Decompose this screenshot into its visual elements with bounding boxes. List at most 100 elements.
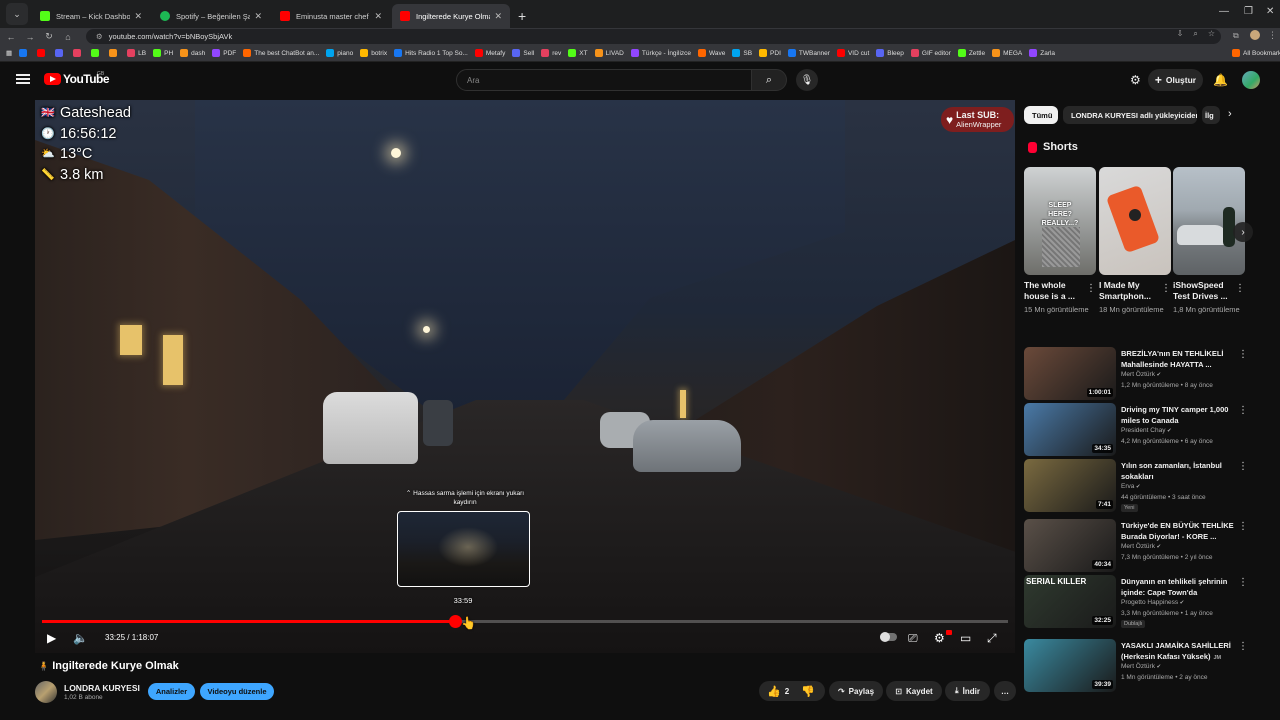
bookmark-item[interactable]: XT	[568, 49, 588, 57]
profile-avatar[interactable]	[1250, 30, 1260, 40]
channel-name[interactable]: Erva ✔	[1121, 483, 1141, 490]
bookmark-item[interactable]: Hits Radio 1 Top So...	[394, 49, 468, 57]
create-button[interactable]: + Oluştur	[1148, 69, 1203, 91]
channel-name[interactable]: Mert Öztürk ✔	[1121, 663, 1161, 670]
channel-name[interactable]: LONDRA KURYESI	[64, 683, 140, 693]
apps-grid-icon[interactable]: ▦	[6, 49, 12, 57]
url-field[interactable]: ⚙ youtube.com/watch?v=bNBoySbjAVk ⇩ ⌕ ☆	[86, 29, 1221, 44]
bookmark-item[interactable]: Bleep	[876, 49, 904, 57]
download-button[interactable]: ⤓ İndir	[945, 681, 990, 701]
chevron-right-icon[interactable]: ›	[1228, 108, 1232, 120]
more-vertical-icon[interactable]: ⋮	[1238, 461, 1248, 472]
chip-related[interactable]: İlg	[1202, 106, 1220, 124]
recommended-video[interactable]: 39:39 YASAKLI JAMAİKA SAHİLLERİ (Herkesin…	[1024, 639, 1254, 693]
bookmark-item[interactable]: LB	[127, 49, 146, 57]
bookmark-item[interactable]: SB	[732, 49, 752, 57]
hamburger-menu-icon[interactable]	[16, 74, 30, 84]
bookmark-item[interactable]: LIVAD	[594, 49, 624, 57]
dislike-icon[interactable]: 👎	[801, 685, 815, 698]
share-button[interactable]: ↷ Paylaş	[829, 681, 883, 701]
autoplay-toggle[interactable]	[880, 632, 897, 642]
user-avatar[interactable]	[1242, 71, 1260, 89]
youtube-logo-icon[interactable]	[44, 73, 61, 85]
back-icon[interactable]: ←	[3, 32, 19, 42]
bookmark-item[interactable]: Metafy	[474, 49, 505, 57]
bookmark-item[interactable]: dash	[180, 49, 205, 57]
bookmark-item[interactable]: PDI	[759, 49, 781, 57]
minimize-icon[interactable]: —	[1219, 6, 1229, 17]
reload-icon[interactable]: ↻	[41, 31, 57, 42]
browser-tab[interactable]: Stream – Kick Dashboard✕	[32, 4, 150, 28]
bookmark-favicon[interactable]	[37, 49, 48, 57]
bookmark-item[interactable]: The best ChatBot an...	[243, 49, 319, 57]
more-vertical-icon[interactable]: ⋮	[1238, 521, 1248, 532]
chip-uploader[interactable]: LONDRA KURYESI adlı yükleyiciden	[1063, 106, 1197, 124]
browser-tab-active[interactable]: Ingilterede Kurye Olmak - Yo✕	[392, 4, 510, 28]
save-button[interactable]: ⊡ Kaydet	[886, 681, 942, 701]
bookmark-favicon[interactable]	[73, 49, 84, 57]
miniplayer-icon[interactable]: ▭	[960, 631, 971, 645]
new-tab-icon[interactable]: +	[518, 8, 526, 24]
chip-all[interactable]: Tümü	[1024, 106, 1058, 124]
restore-icon[interactable]: ❐	[1244, 6, 1253, 17]
more-vertical-icon[interactable]: ⋮	[1086, 283, 1096, 294]
bookmark-favicon[interactable]	[55, 49, 66, 57]
search-input[interactable]: Ara	[456, 69, 752, 91]
short-card[interactable]: iShowSpeed Test Drives ... 1,8 Mn görünt…	[1173, 167, 1245, 315]
bookmark-item[interactable]: Sell	[512, 49, 534, 57]
recommended-video[interactable]: 40:34 Türkiye'de EN BÜYÜK TEHLİKE Burada …	[1024, 519, 1254, 573]
channel-name[interactable]: President Chay ✔	[1121, 427, 1172, 434]
bookmark-item[interactable]: botrix	[360, 49, 387, 57]
recommended-video[interactable]: 34:35 Driving my TINY camper 1,000 miles …	[1024, 403, 1254, 457]
subtitles-icon[interactable]: ⎚	[908, 631, 918, 646]
search-button[interactable]: ⌕	[751, 69, 787, 91]
bookmark-item[interactable]: MEGA	[992, 49, 1022, 57]
bookmark-favicon[interactable]	[19, 49, 30, 57]
bookmark-item[interactable]: piano	[326, 49, 353, 57]
more-vertical-icon[interactable]: ⋮	[1238, 577, 1248, 588]
more-actions-button[interactable]: …	[994, 681, 1016, 701]
settings-gear-icon[interactable]: ⚙	[934, 631, 945, 645]
bookmark-item[interactable]: TWBanner	[787, 49, 830, 57]
channel-name[interactable]: Mert Öztürk ✔	[1121, 371, 1161, 378]
bookmark-favicon[interactable]	[109, 49, 120, 57]
progress-bar[interactable]	[42, 615, 1008, 628]
bookmark-favicon[interactable]	[91, 49, 102, 57]
recommended-video[interactable]: 7:41 Yılın son zamanları, İstanbul sokakl…	[1024, 459, 1254, 513]
close-tab-icon[interactable]: ✕	[374, 11, 382, 22]
bookmark-star-icon[interactable]: ☆	[1208, 29, 1215, 39]
more-vertical-icon[interactable]: ⋮	[1235, 283, 1245, 294]
browser-tab[interactable]: Spotify – Beğenilen Şarkılar✕	[152, 4, 270, 28]
bookmark-item[interactable]: All Bookmarks	[1228, 49, 1280, 57]
channel-avatar[interactable]	[35, 681, 57, 703]
close-tab-icon[interactable]: ✕	[134, 11, 142, 22]
play-icon[interactable]: ▶	[47, 631, 56, 645]
more-vertical-icon[interactable]: ⋮	[1161, 283, 1171, 294]
bookmark-item[interactable]: VID cut	[836, 49, 869, 57]
install-icon[interactable]: ⇩	[1177, 29, 1184, 39]
channel-name[interactable]: Progetto Happiness ✔	[1121, 599, 1184, 606]
more-vertical-icon[interactable]: ⋮	[1238, 405, 1248, 416]
recommended-video[interactable]: SERIAL KILLER 32:25 Dünyanın en tehlikeli …	[1024, 575, 1254, 629]
bookmark-item[interactable]: Wave	[698, 49, 725, 57]
volume-icon[interactable]: 🔈	[73, 631, 88, 645]
bookmark-item[interactable]: GIF editor	[910, 49, 951, 57]
close-tab-icon[interactable]: ✕	[494, 11, 502, 22]
analytics-button[interactable]: Analizler	[148, 683, 195, 700]
fullscreen-icon[interactable]: ⤢	[987, 631, 997, 646]
bookmark-item[interactable]: Türkçe - İngilizce	[630, 49, 691, 57]
edit-video-button[interactable]: Videoyu düzenle	[200, 683, 274, 700]
zoom-icon[interactable]: ⌕	[1193, 29, 1197, 39]
more-vertical-icon[interactable]: ⋮	[1238, 349, 1248, 360]
tab-search-chevron-icon[interactable]: ⌄	[6, 3, 28, 25]
bookmark-item[interactable]: PDF	[212, 49, 236, 57]
site-info-icon[interactable]: ⚙	[96, 32, 103, 41]
shorts-next-chevron-icon[interactable]: ›	[1233, 222, 1253, 242]
close-tab-icon[interactable]: ✕	[254, 11, 262, 22]
close-window-icon[interactable]: ✕	[1266, 6, 1274, 17]
browser-tab[interactable]: Eminusta master chef - YouTub✕	[272, 4, 390, 28]
more-vertical-icon[interactable]: ⋮	[1238, 641, 1248, 652]
short-card[interactable]: I Made My Smartphon... 18 Mn görüntüleme…	[1099, 167, 1171, 315]
forward-icon[interactable]: →	[22, 32, 38, 42]
bookmark-item[interactable]: PH	[153, 49, 173, 57]
